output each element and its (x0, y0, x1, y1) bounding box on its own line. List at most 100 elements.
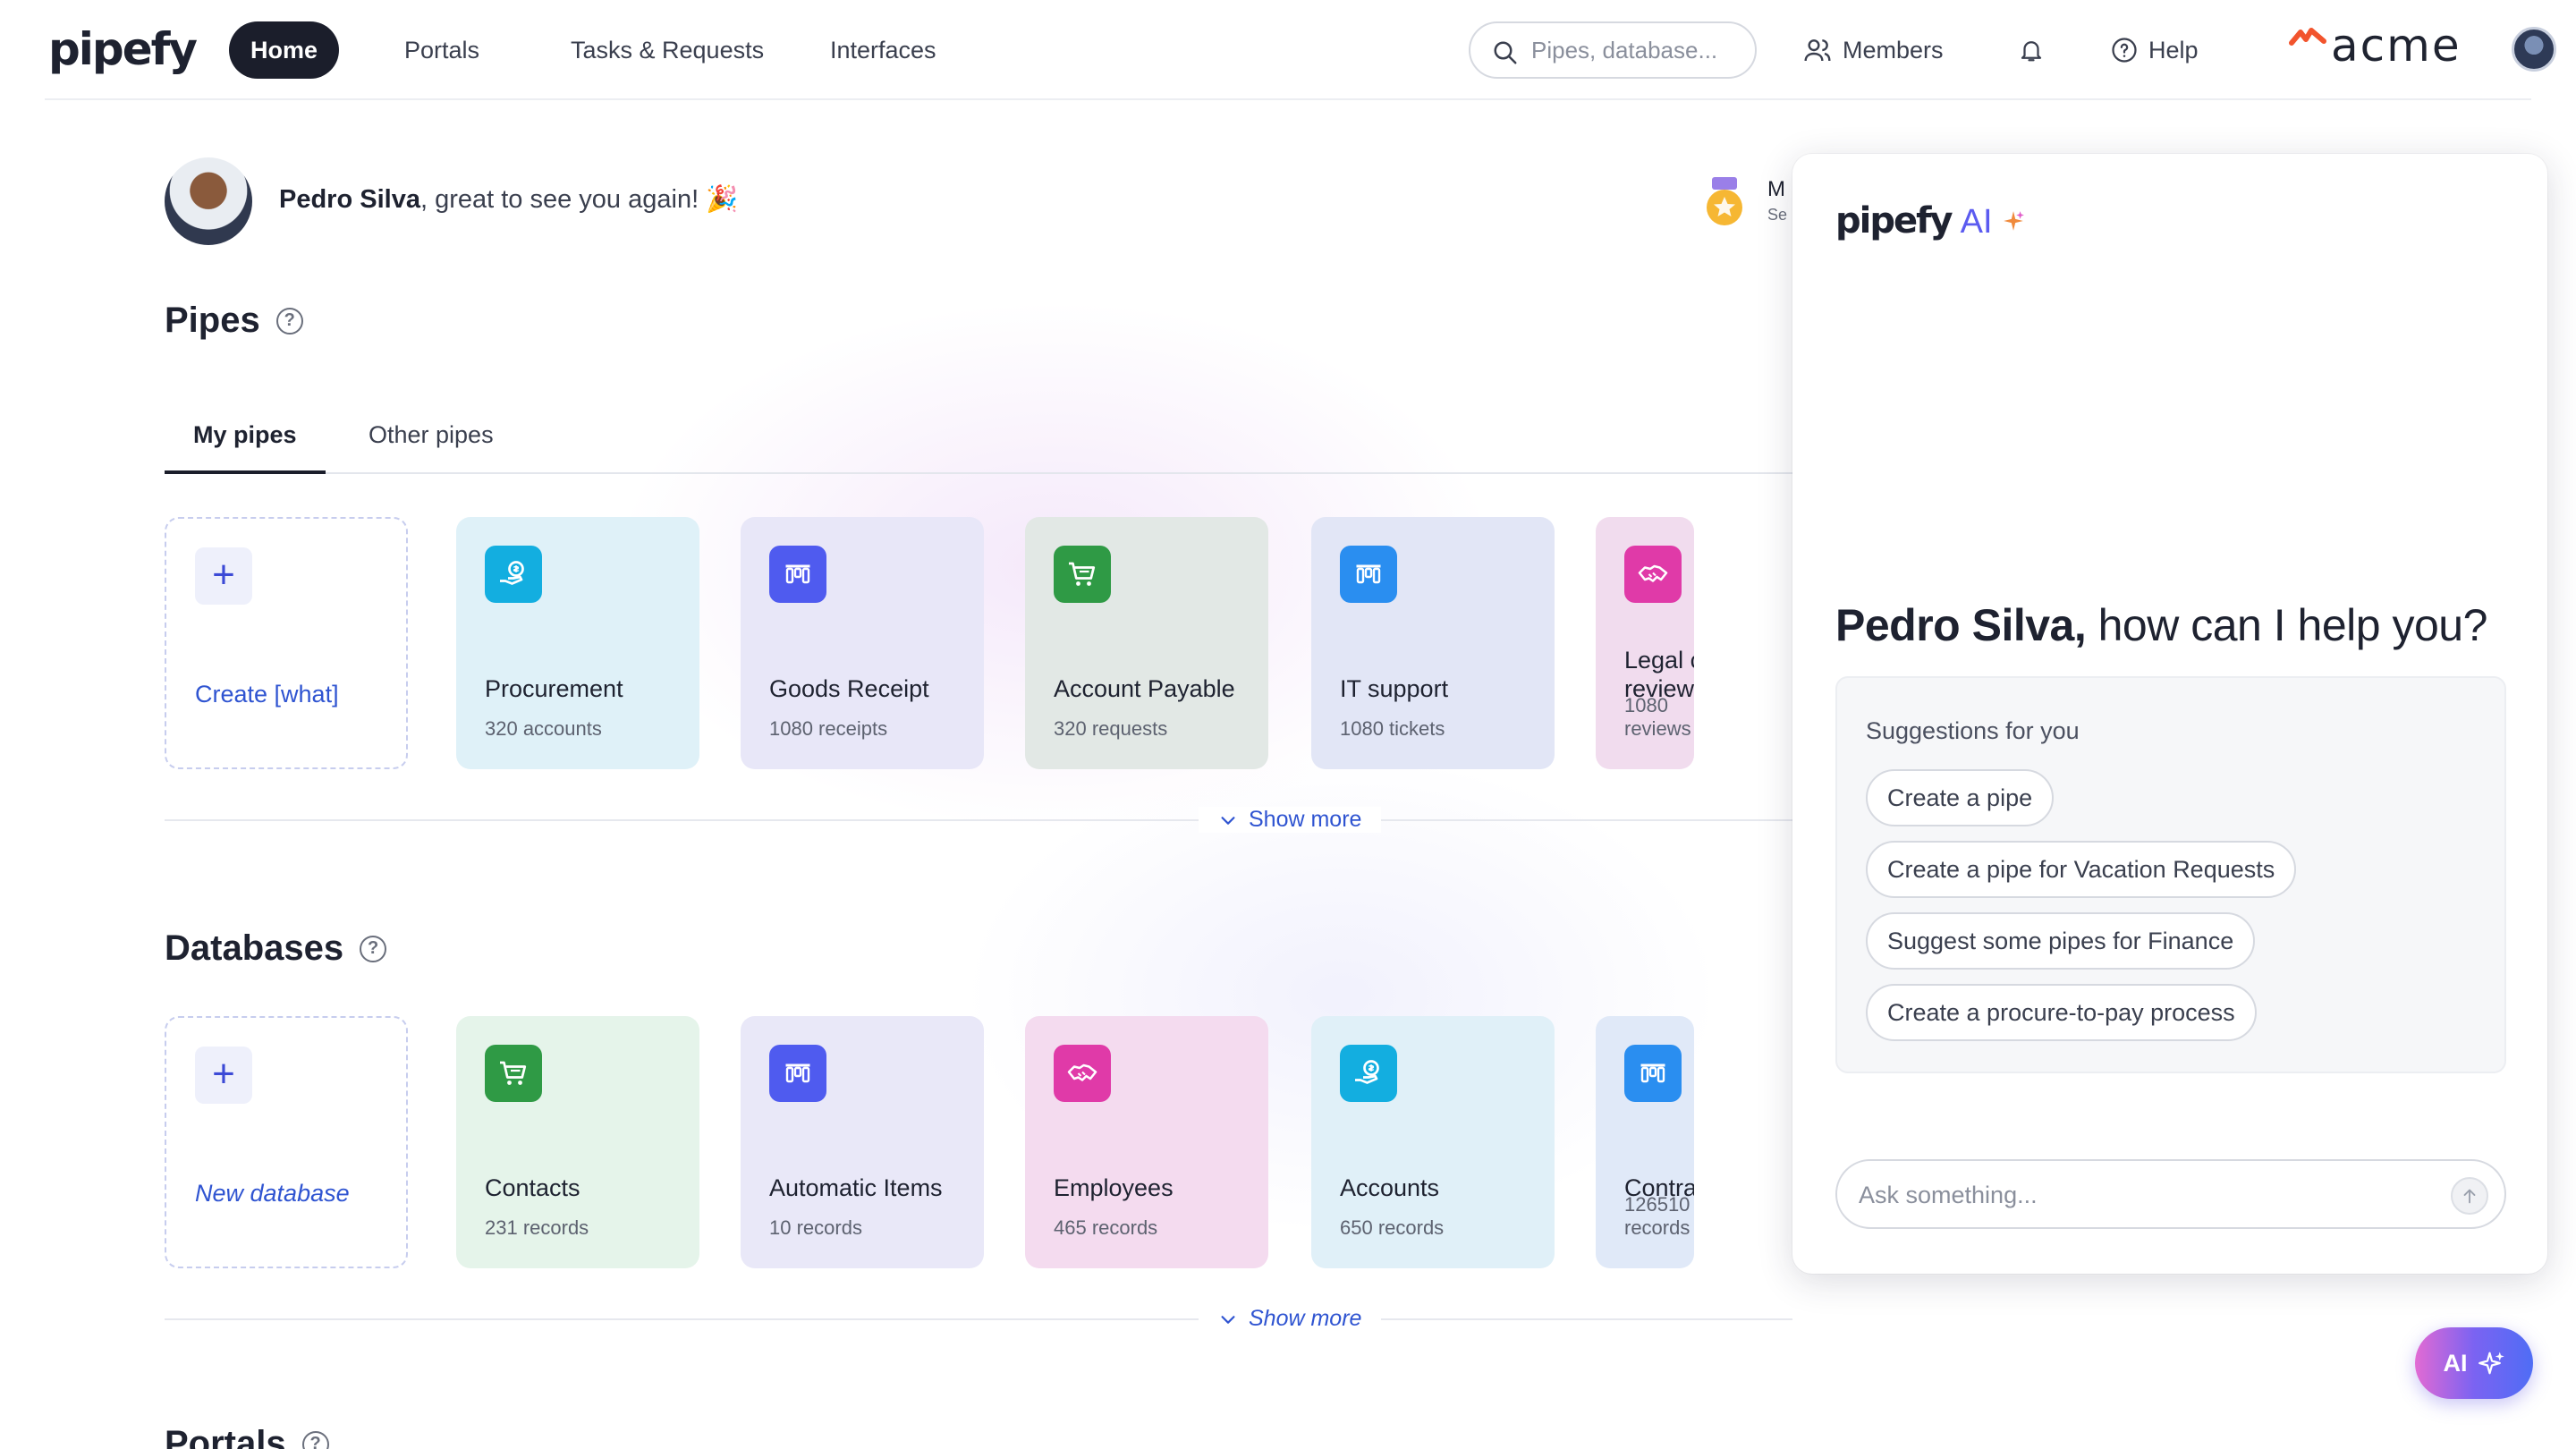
pipes-tabs: My pipes Other pipes (165, 404, 1792, 474)
chevron-down-icon (1221, 816, 1235, 825)
kanban-icon (1340, 546, 1397, 603)
create-pipe-label: Create [what] (195, 681, 339, 708)
create-database-card[interactable]: + New database (165, 1016, 408, 1268)
users-icon (1804, 39, 1831, 62)
database-card[interactable]: Accounts 650 records (1311, 1016, 1555, 1268)
portals-heading: Portals (165, 1424, 286, 1449)
top-navigation: pipefy Home Portals Tasks & Requests Int… (45, 0, 2556, 100)
pipe-card-title: IT support (1340, 675, 1449, 702)
tab-other-pipes[interactable]: Other pipes (340, 417, 522, 474)
suggestion-chip[interactable]: Create a pipe (1866, 769, 2055, 826)
search-input[interactable] (1531, 32, 1742, 68)
tenant-logo: acme (2331, 20, 2462, 72)
pipes-show-more-button[interactable]: Show more (1199, 807, 1382, 833)
sparkle-icon (2478, 1352, 2504, 1375)
arrow-up-icon (2463, 1189, 2476, 1204)
databases-section-title: Databases ? (165, 928, 387, 969)
ask-box[interactable] (1835, 1159, 2506, 1229)
cart-icon (1054, 546, 1111, 603)
kanban-icon (769, 1045, 826, 1102)
databases-divider (165, 1318, 1792, 1320)
pipe-card[interactable]: IT support 1080 tickets (1311, 517, 1555, 769)
plus-icon: + (195, 547, 252, 605)
pipe-card[interactable]: Goods Receipt 1080 receipts (741, 517, 984, 769)
databases-help-icon[interactable]: ? (360, 935, 387, 962)
members-label: Members (1843, 37, 1944, 64)
ai-greeting-name: Pedro Silva, (1835, 600, 2087, 650)
plus-icon: + (195, 1046, 252, 1104)
create-pipe-card[interactable]: + Create [what] (165, 517, 408, 769)
database-card-count: 10 records (769, 1216, 862, 1239)
pipes-heading: Pipes (165, 301, 260, 340)
database-card-title: Contacts (485, 1174, 580, 1201)
nav-interfaces[interactable]: Interfaces (809, 21, 958, 79)
cart-icon (485, 1045, 542, 1102)
pipe-card-count: 320 accounts (485, 717, 602, 740)
greeting-message: , great to see you again! 🎉 (419, 185, 739, 214)
portals-section-title: Portals ? (165, 1424, 329, 1449)
pipe-card[interactable]: Legal contract review1080 reviews (1596, 517, 1694, 769)
pipe-card-count: 1080 receipts (769, 717, 888, 740)
money-hand-icon (1340, 1045, 1397, 1102)
portals-help-icon[interactable]: ? (301, 1430, 329, 1449)
pipe-card[interactable]: Account Payable 320 requests (1025, 517, 1268, 769)
suggestion-chip[interactable]: Suggest some pipes for Finance (1866, 912, 2256, 970)
badge-subtitle: Se (1767, 206, 1788, 224)
suggestion-chip[interactable]: Create a procure-to-pay process (1866, 984, 2257, 1041)
pipes-show-more-label: Show more (1249, 807, 1362, 832)
database-card-title: Accounts (1340, 1174, 1440, 1201)
ai-assistant-panel: pipefy AI Pedro Silva, how can I help yo… (1792, 154, 2547, 1274)
suggestions-label: Suggestions for you (1866, 717, 2080, 744)
database-card-count: 650 records (1340, 1216, 1445, 1239)
pipes-divider (165, 819, 1792, 821)
ai-fab-button[interactable]: AI (2415, 1327, 2533, 1399)
pipe-card-count: 1080 tickets (1340, 717, 1445, 740)
search-box[interactable] (1469, 21, 1757, 79)
ai-panel-brand-ai: AI (1960, 203, 1993, 241)
ai-panel-brand: pipefy (1835, 200, 1953, 242)
badge-title: M (1767, 177, 1785, 201)
kanban-icon (769, 546, 826, 603)
acme-logo-mark (2289, 28, 2326, 46)
pipefy-logo[interactable]: pipefy (48, 23, 198, 75)
send-button[interactable] (2451, 1177, 2488, 1215)
ai-panel-logo: pipefy AI (1835, 200, 2025, 242)
nav-portals[interactable]: Portals (383, 21, 501, 79)
money-hand-icon (485, 546, 542, 603)
pipes-help-icon[interactable]: ? (275, 307, 303, 335)
help-button[interactable]: Help (2111, 21, 2199, 79)
tab-my-pipes[interactable]: My pipes (165, 417, 326, 474)
help-label: Help (2148, 37, 2199, 64)
database-card-title: Automatic Items (769, 1174, 943, 1201)
nav-tasks-requests[interactable]: Tasks & Requests (549, 21, 785, 79)
pipe-card-title: Goods Receipt (769, 675, 929, 702)
ai-fab-label: AI (2443, 1349, 2468, 1377)
help-circle-icon (2112, 38, 2137, 63)
nav-home[interactable]: Home (229, 21, 340, 79)
databases-show-more-button[interactable]: Show more (1199, 1306, 1382, 1332)
pipe-card-count: 320 requests (1054, 717, 1168, 740)
handshake-icon (1054, 1045, 1111, 1102)
user-avatar[interactable] (2512, 27, 2556, 72)
chevron-down-icon (1221, 1315, 1235, 1324)
achievement-badge-icon[interactable] (1699, 175, 1750, 229)
notifications-button[interactable] (2018, 21, 2045, 79)
suggestion-chip[interactable]: Create a pipe for Vacation Requests (1866, 841, 2297, 898)
members-button[interactable]: Members (1803, 21, 1944, 79)
database-card-count: 126510 records (1624, 1193, 1690, 1239)
database-card[interactable]: Contacts 231 records (456, 1016, 699, 1268)
pipe-card[interactable]: Procurement 320 accounts (456, 517, 699, 769)
database-card-title: Employees (1054, 1174, 1174, 1201)
database-card[interactable]: Employees 465 records (1025, 1016, 1268, 1268)
database-card[interactable]: Automatic Items 10 records (741, 1016, 984, 1268)
database-card[interactable]: Contracts126510 records (1596, 1016, 1694, 1268)
ask-input[interactable] (1859, 1177, 2413, 1213)
create-database-label: New database (195, 1180, 350, 1207)
databases-show-more-label: Show more (1249, 1306, 1362, 1331)
greeting-avatar (165, 157, 252, 245)
greeting-name: Pedro Silva (279, 185, 420, 214)
pipe-card-count: 1080 reviews (1624, 694, 1691, 740)
pipe-card-title: Account Payable (1054, 675, 1235, 702)
greeting-text: Pedro Silva, great to see you again! 🎉 (279, 184, 738, 215)
pipe-card-title: Procurement (485, 675, 623, 702)
